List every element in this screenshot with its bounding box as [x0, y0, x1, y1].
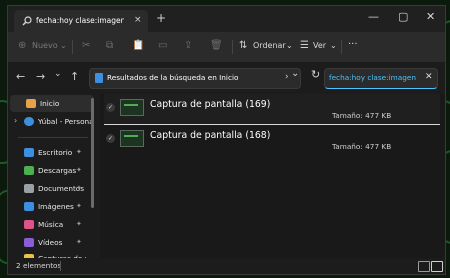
share-icon[interactable]: ⇪: [184, 40, 192, 51]
selection-check-icon[interactable]: ✓: [106, 134, 115, 143]
search-box[interactable]: fecha:hoy clase:imagen ✕: [324, 68, 438, 89]
search-icon: [22, 16, 32, 26]
image-thumbnail: [120, 99, 144, 116]
rename-icon[interactable]: ▭: [158, 40, 167, 51]
clear-search-button[interactable]: ✕: [425, 72, 433, 82]
new-item-chevron-icon[interactable]: ⌄: [60, 41, 67, 50]
paste-icon[interactable]: 📋: [132, 40, 144, 51]
cloud-icon: [24, 117, 34, 126]
sidebar-item-videos[interactable]: Vídeos ✦: [8, 234, 92, 251]
pin-icon: ✦: [76, 238, 82, 246]
sidebar-item-musica[interactable]: Música ✦: [8, 216, 92, 233]
details-view-icon[interactable]: [418, 261, 430, 272]
view-chevron-icon[interactable]: ⌄: [330, 41, 337, 50]
file-size: Tamaño: 477 KB: [332, 111, 392, 120]
file-size: Tamaño: 477 KB: [332, 142, 392, 151]
maximize-button[interactable]: ▢: [398, 10, 408, 23]
sidebar-item-inicio[interactable]: Inicio: [10, 95, 94, 112]
image-thumbnail: [120, 130, 144, 147]
address-bar[interactable]: Resultados de la búsqueda en Inicio ›: [89, 68, 301, 89]
pin-icon: ✦: [76, 184, 82, 192]
sidebar-item-label: Yúbal - Personal: [38, 117, 92, 126]
desktop-icon: [24, 148, 34, 157]
close-window-button[interactable]: ✕: [426, 10, 435, 23]
pin-icon: ✦: [76, 202, 82, 210]
tab-title: fecha:hoy clase:imagen - Resu: [36, 16, 124, 25]
home-icon: [26, 99, 36, 108]
toolbar-divider: [232, 40, 233, 54]
new-item-icon[interactable]: ⊕: [18, 40, 26, 51]
address-row: ← → ⌄ ↑ Resultados de la búsqueda en Ini…: [8, 62, 445, 94]
sidebar-item-onedrive[interactable]: › Yúbal - Personal: [8, 113, 92, 130]
results-pane: ✓ Captura de pantalla (169) Tamaño: 477 …: [100, 94, 445, 258]
toolbar-divider: [341, 40, 342, 54]
recent-locations-button[interactable]: ⌄: [54, 69, 62, 79]
sort-icon[interactable]: ⇅: [239, 40, 247, 51]
up-button[interactable]: ↑: [70, 70, 79, 83]
more-options-button[interactable]: ···: [348, 39, 358, 50]
status-divider: [60, 261, 61, 271]
new-item-button[interactable]: Nuevo: [32, 41, 58, 50]
sort-button[interactable]: Ordenar: [253, 41, 286, 50]
sidebar-item-escritorio[interactable]: Escritorio ✦: [8, 144, 92, 161]
file-name: Captura de pantalla (169): [150, 99, 271, 110]
file-name: Captura de pantalla (168): [150, 130, 271, 141]
navigation-pane: Inicio › Yúbal - Personal Escritorio ✦ D…: [8, 94, 100, 263]
new-tab-button[interactable]: +: [156, 11, 166, 25]
delete-icon[interactable]: 🗑: [210, 40, 223, 51]
sidebar-item-imagenes[interactable]: Imágenes ✦: [8, 198, 92, 215]
sidebar-scrollbar[interactable]: [91, 98, 94, 208]
videos-icon: [24, 238, 34, 247]
copy-icon[interactable]: ⧉: [106, 40, 113, 51]
command-bar: ⊕ Nuevo ⌄ ✂ ⧉ 📋 ▭ ⇪ 🗑 ⇅ Ordenar ⌄ ☰ Ver …: [8, 32, 445, 62]
tiles-view-icon[interactable]: [431, 261, 443, 272]
file-explorer-window: fecha:hoy clase:imagen - Resu × + — ▢ ✕ …: [7, 5, 446, 275]
pin-icon: ✦: [76, 220, 82, 228]
pictures-icon: [24, 202, 34, 211]
documents-icon: [24, 184, 34, 193]
pin-icon: ✦: [76, 166, 82, 174]
sort-chevron-icon[interactable]: ⌄: [286, 41, 293, 50]
sidebar-item-descargas[interactable]: Descargas ✦: [8, 162, 92, 179]
forward-button[interactable]: →: [36, 70, 45, 83]
view-icon[interactable]: ☰: [300, 40, 309, 51]
back-button[interactable]: ←: [16, 70, 25, 83]
tab-close-button[interactable]: ×: [134, 15, 142, 25]
view-button[interactable]: Ver: [313, 41, 326, 50]
refresh-button[interactable]: ↻: [311, 68, 320, 81]
download-icon: [24, 166, 34, 175]
address-history-dropdown[interactable]: ⌄: [291, 68, 299, 79]
music-icon: [24, 220, 34, 229]
minimize-button[interactable]: —: [368, 10, 379, 23]
title-bar: fecha:hoy clase:imagen - Resu × + — ▢ ✕: [8, 6, 445, 32]
pin-icon: ✦: [76, 148, 82, 156]
explorer-tab[interactable]: fecha:hoy clase:imagen - Resu ×: [14, 10, 148, 32]
sidebar-item-label: Inicio: [40, 99, 60, 108]
selection-check-icon[interactable]: ✓: [106, 103, 115, 112]
expand-chevron-icon[interactable]: ›: [14, 116, 17, 125]
toolbar-divider: [72, 40, 73, 54]
search-results-icon: [95, 73, 103, 83]
cut-icon[interactable]: ✂: [82, 40, 90, 51]
address-path: Resultados de la búsqueda en Inicio: [107, 73, 239, 82]
item-count: 2 elementos: [16, 261, 62, 270]
path-chevron-icon[interactable]: ›: [285, 72, 289, 82]
list-item[interactable]: ✓ Captura de pantalla (169) Tamaño: 477 …: [104, 94, 440, 125]
sidebar-divider: [18, 137, 88, 138]
sidebar-item-documentos[interactable]: Documentos ✦: [8, 180, 92, 197]
list-item[interactable]: ✓ Captura de pantalla (168) Tamaño: 477 …: [104, 125, 440, 155]
search-input[interactable]: fecha:hoy clase:imagen: [329, 73, 416, 82]
status-bar: 2 elementos: [8, 258, 445, 274]
